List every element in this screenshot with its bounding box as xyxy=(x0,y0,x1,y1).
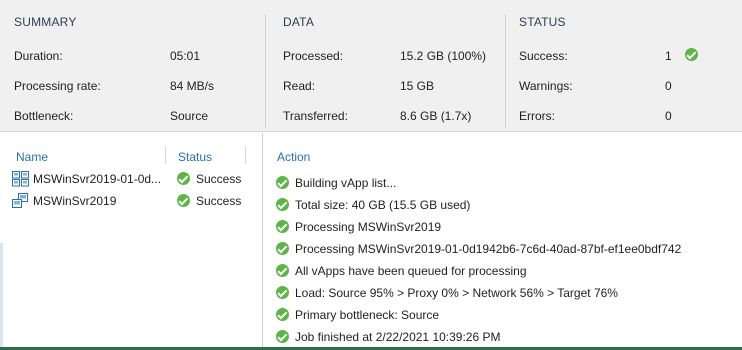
action-log-item: Load: Source 95% > Proxy 0% > Network 56… xyxy=(276,283,736,303)
read-value: 15 GB xyxy=(400,79,435,93)
action-text: Total size: 40 GB (15.5 GB used) xyxy=(295,198,471,212)
duration-value: 05:01 xyxy=(170,49,201,63)
success-check-icon xyxy=(177,172,190,185)
vm-list-pane: Name Status MSWinSvr2019-01-0d... Succes… xyxy=(0,133,262,350)
success-check-icon xyxy=(276,220,289,233)
column-divider xyxy=(505,14,506,128)
name-column-header[interactable]: Name xyxy=(16,150,48,164)
warnings-count-label: Warnings: xyxy=(519,79,573,93)
success-check-icon xyxy=(685,48,698,61)
vm-status: Success xyxy=(196,172,242,186)
success-check-icon xyxy=(177,194,190,207)
action-text: Primary bottleneck: Source xyxy=(295,308,440,322)
read-label: Read: xyxy=(283,79,316,93)
job-statistics-panel: SUMMARY Duration: 05:01 Processing rate:… xyxy=(0,0,742,132)
action-text: All vApps have been queued for processin… xyxy=(295,264,527,278)
status-title: STATUS xyxy=(519,15,566,29)
action-text: Processing MSWinSvr2019-01-0d1942b6-7c6d… xyxy=(295,242,682,256)
action-text: Processing MSWinSvr2019 xyxy=(295,220,442,234)
column-divider xyxy=(265,14,266,128)
processing-rate-label: Processing rate: xyxy=(14,79,101,93)
column-header-divider[interactable] xyxy=(165,146,166,164)
action-log-item: Building vApp list... xyxy=(276,173,736,193)
vm-status: Success xyxy=(196,194,242,208)
vm-icon xyxy=(12,193,28,208)
bottleneck-value: Source xyxy=(170,109,209,123)
job-details-area: Name Status MSWinSvr2019-01-0d... Succes… xyxy=(0,133,742,350)
vm-list-item[interactable]: MSWinSvr2019 Success xyxy=(12,191,252,211)
action-text: Job finished at 2/22/2021 10:39:26 PM xyxy=(295,330,501,344)
action-log-item: Total size: 40 GB (15.5 GB used) xyxy=(276,195,736,215)
success-check-icon xyxy=(276,176,289,189)
status-column-header[interactable]: Status xyxy=(178,150,212,164)
scroll-edge-strip xyxy=(0,243,3,349)
action-log-item: Primary bottleneck: Source xyxy=(276,305,736,325)
processed-label: Processed: xyxy=(283,49,344,63)
transferred-label: Transferred: xyxy=(283,109,348,123)
success-check-icon xyxy=(276,198,289,211)
success-check-icon xyxy=(276,264,289,277)
success-count-label: Success: xyxy=(519,49,568,63)
action-log-item: Processing MSWinSvr2019 xyxy=(276,217,736,237)
pane-splitter[interactable] xyxy=(262,133,263,350)
warnings-count-value: 0 xyxy=(665,79,672,93)
success-check-icon xyxy=(276,242,289,255)
success-check-icon xyxy=(276,308,289,321)
errors-count-label: Errors: xyxy=(519,109,555,123)
action-log-item: Processing MSWinSvr2019-01-0d1942b6-7c6d… xyxy=(276,239,736,259)
transferred-value: 8.6 GB (1.7x) xyxy=(400,109,472,123)
success-check-icon xyxy=(276,330,289,343)
action-column-header[interactable]: Action xyxy=(277,150,310,164)
column-header-divider[interactable] xyxy=(245,146,246,164)
errors-count-value: 0 xyxy=(665,109,672,123)
action-text: Load: Source 95% > Proxy 0% > Network 56… xyxy=(295,286,618,300)
bottleneck-label: Bottleneck: xyxy=(14,109,74,123)
processing-rate-value: 84 MB/s xyxy=(170,79,215,93)
action-log-item: All vApps have been queued for processin… xyxy=(276,261,736,281)
processed-value: 15.2 GB (100%) xyxy=(400,49,487,63)
success-count-value: 1 xyxy=(665,49,672,63)
summary-title: SUMMARY xyxy=(14,15,77,29)
vm-name: MSWinSvr2019-01-0d... xyxy=(33,172,162,186)
action-log-item: Job finished at 2/22/2021 10:39:26 PM xyxy=(276,327,736,347)
vapp-icon xyxy=(12,171,29,187)
vm-name: MSWinSvr2019 xyxy=(33,194,117,208)
action-text: Building vApp list... xyxy=(295,176,397,190)
vm-list-item[interactable]: MSWinSvr2019-01-0d... Success xyxy=(12,169,252,189)
duration-label: Duration: xyxy=(14,49,63,63)
data-title: DATA xyxy=(283,15,315,29)
success-check-icon xyxy=(276,286,289,299)
